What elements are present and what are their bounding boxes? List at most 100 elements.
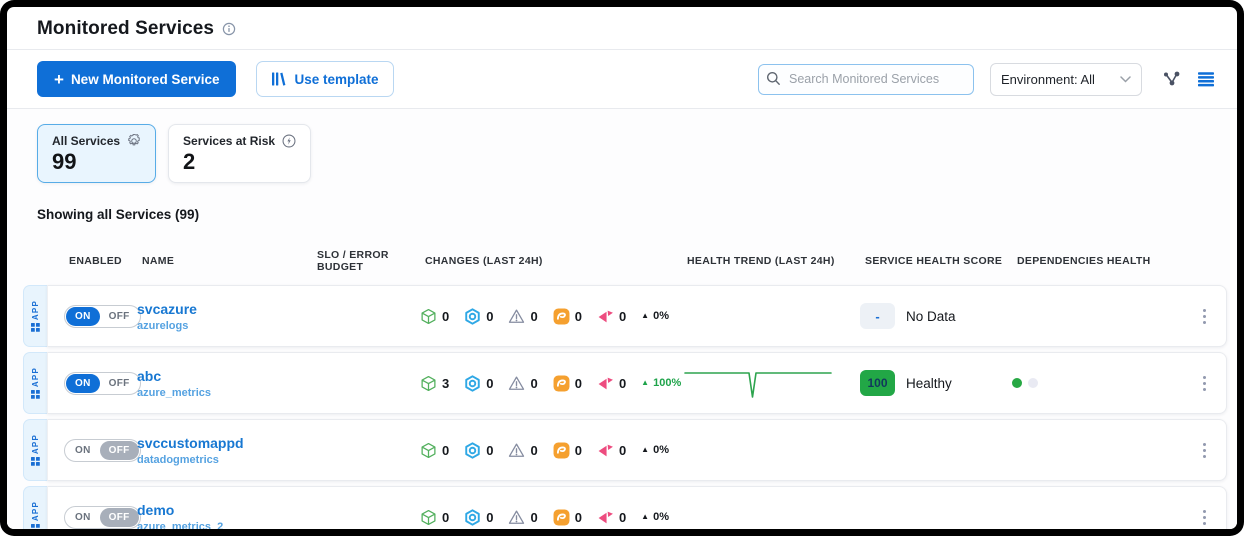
search-box xyxy=(758,64,974,95)
grid-icon xyxy=(31,390,40,399)
plus-icon: + xyxy=(54,71,64,88)
summary-cards: All Services 99 Services at Risk 2 xyxy=(7,109,1237,183)
service-row-card: ON OFF svcazure azurelogs 0 0 0 0 xyxy=(47,285,1227,347)
changes-cell: 0 0 0 0 0 ▲0% xyxy=(420,509,682,526)
new-monitored-service-button[interactable]: + New Monitored Service xyxy=(37,61,236,97)
grid-icon xyxy=(31,457,40,466)
warning-triangle-icon xyxy=(508,442,525,459)
orange-flag-icon xyxy=(553,442,570,459)
gear-icon xyxy=(127,134,141,148)
service-name-link[interactable]: svccustomappd xyxy=(137,435,312,452)
all-services-count: 99 xyxy=(52,149,141,174)
content-area: All Services 99 Services at Risk 2 Showi… xyxy=(7,109,1237,529)
pink-merge-icon xyxy=(597,442,614,459)
title-bar: Monitored Services xyxy=(7,7,1237,49)
orange-flag-icon xyxy=(553,509,570,526)
delta-up-icon: ▲ xyxy=(641,379,649,387)
service-row-card: ON OFF abc azure_metrics 3 0 0 0 0 xyxy=(47,352,1227,414)
page-title: Monitored Services xyxy=(37,18,214,40)
health-score-cell: 100 Healthy xyxy=(860,370,1012,396)
delta-up-icon: ▲ xyxy=(641,513,649,521)
service-row-card: ON OFF demo azure_metrics_2 0 0 0 0 xyxy=(47,486,1227,529)
table-header: ENABLED NAME SLO / ERROR BUDGET CHANGES … xyxy=(69,249,1211,273)
dependency-health-dots xyxy=(1012,378,1199,388)
column-changes: CHANGES (LAST 24H) xyxy=(425,255,687,267)
dependency-muted-dot xyxy=(1028,378,1038,388)
service-name-link[interactable]: demo xyxy=(137,502,312,519)
app-side-tab[interactable]: APP xyxy=(23,352,47,414)
dependency-healthy-dot xyxy=(1012,378,1022,388)
health-score-badge: 100 xyxy=(860,370,895,396)
search-input[interactable] xyxy=(758,64,974,95)
service-row-card: ON OFF svccustomappd datadogmetrics 0 0 … xyxy=(47,419,1227,481)
cube-icon xyxy=(420,509,437,526)
row-menu-button[interactable] xyxy=(1199,439,1211,463)
screenshot-frame: Monitored Services + New Monitored Servi… xyxy=(0,0,1244,536)
app-side-tab[interactable]: APP xyxy=(23,285,47,347)
column-name: NAME xyxy=(142,255,317,267)
cube-icon xyxy=(420,308,437,325)
service-name-link[interactable]: abc xyxy=(137,368,312,385)
pink-merge-icon xyxy=(597,509,614,526)
dependencies-cell xyxy=(1012,378,1199,388)
row-menu-button[interactable] xyxy=(1199,506,1211,529)
column-health-score: SERVICE HEALTH SCORE xyxy=(865,255,1017,267)
cube-icon xyxy=(420,442,437,459)
row-menu-button[interactable] xyxy=(1199,372,1211,396)
enable-toggle[interactable]: ON OFF xyxy=(64,506,141,529)
table-row: APP ON OFF demo azure_metrics_2 xyxy=(23,486,1227,529)
hexagon-nut-icon xyxy=(464,375,481,392)
toolbar: + New Monitored Service Use template Env… xyxy=(7,50,1237,108)
health-score-badge: - xyxy=(860,303,895,329)
info-icon[interactable] xyxy=(222,22,236,36)
toolbar-left: + New Monitored Service Use template xyxy=(37,61,394,97)
health-trend-sparkline xyxy=(682,364,834,402)
app-side-tab[interactable]: APP xyxy=(23,486,47,529)
showing-text: Showing all Services (99) xyxy=(7,183,1237,222)
services-at-risk-count: 2 xyxy=(183,149,296,174)
environment-dropdown[interactable]: Environment: All xyxy=(990,63,1142,96)
cube-icon xyxy=(420,375,437,392)
enable-toggle[interactable]: ON OFF xyxy=(64,439,141,462)
grid-icon xyxy=(31,524,40,529)
hexagon-nut-icon xyxy=(464,509,481,526)
use-template-button[interactable]: Use template xyxy=(256,61,393,97)
column-health-trend: HEALTH TREND (LAST 24H) xyxy=(687,255,865,267)
search-icon xyxy=(766,71,781,91)
chevron-down-icon xyxy=(1120,76,1131,83)
table-row: APP ON OFF svcazure azurelogs xyxy=(23,285,1227,347)
pink-merge-icon xyxy=(597,375,614,392)
row-menu-button[interactable] xyxy=(1199,305,1211,329)
enable-toggle[interactable]: ON OFF xyxy=(64,372,141,395)
column-dependencies: DEPENDENCIES HEALTH xyxy=(1017,255,1185,267)
service-subtitle: azure_metrics xyxy=(137,387,312,399)
monitored-services-page: Monitored Services + New Monitored Servi… xyxy=(7,7,1237,529)
hexagon-nut-icon xyxy=(464,308,481,325)
service-map-view-icon[interactable] xyxy=(1162,70,1181,88)
service-name-link[interactable]: svcazure xyxy=(137,301,312,318)
changes-cell: 0 0 0 0 0 ▲0% xyxy=(420,442,682,459)
app-side-tab[interactable]: APP xyxy=(23,419,47,481)
changes-cell: 3 0 0 0 0 ▲100% xyxy=(420,375,682,392)
table-row: APP ON OFF svccustomappd datadogmetr xyxy=(23,419,1227,481)
table-row: APP ON OFF abc azure_metrics xyxy=(23,352,1227,414)
all-services-card[interactable]: All Services 99 xyxy=(37,124,156,183)
changes-cell: 0 0 0 0 0 ▲0% xyxy=(420,308,682,325)
pink-merge-icon xyxy=(597,308,614,325)
delta-up-icon: ▲ xyxy=(641,446,649,454)
change-delta: ▲100% xyxy=(641,377,681,389)
bolt-circle-icon xyxy=(282,134,296,148)
service-rows: APP ON OFF svcazure azurelogs xyxy=(7,285,1237,529)
column-slo: SLO / ERROR BUDGET xyxy=(317,249,425,273)
change-delta: ▲0% xyxy=(641,310,669,322)
service-subtitle: azure_metrics_2 xyxy=(137,521,312,529)
services-at-risk-card[interactable]: Services at Risk 2 xyxy=(168,124,311,183)
health-score-label: No Data xyxy=(906,309,956,324)
list-view-icon[interactable] xyxy=(1197,71,1215,87)
change-delta: ▲0% xyxy=(641,444,669,456)
enable-toggle[interactable]: ON OFF xyxy=(64,305,141,328)
health-score-cell: - No Data xyxy=(860,303,1012,329)
health-score-label: Healthy xyxy=(906,376,952,391)
warning-triangle-icon xyxy=(508,509,525,526)
health-trend-cell xyxy=(682,364,860,402)
